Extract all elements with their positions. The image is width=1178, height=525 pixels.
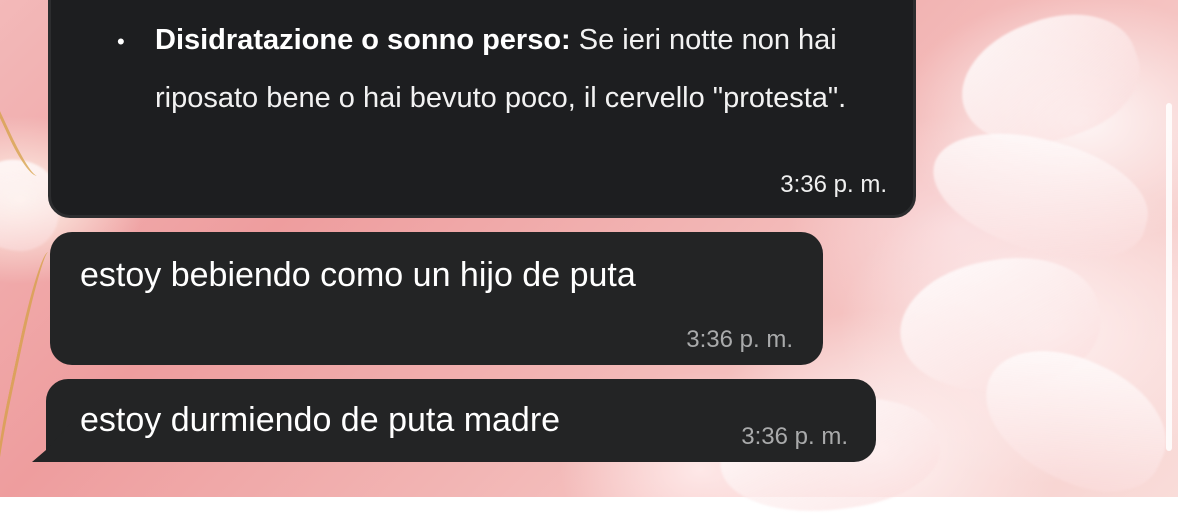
- message-timestamp: 3:36 p. m.: [780, 171, 887, 198]
- message-bubble[interactable]: • Disidratazione o sonno perso: Se ieri …: [48, 0, 916, 218]
- bold-prefix: Disidratazione o sonno perso:: [155, 24, 571, 56]
- scrollbar[interactable]: [1166, 103, 1172, 451]
- bubble-tail: [32, 422, 72, 462]
- message-text: estoy bebiendo como un hijo de puta: [80, 256, 636, 294]
- message-timestamp: 3:36 p. m.: [741, 423, 848, 450]
- message-bubble[interactable]: estoy durmiendo de puta madre 3:36 p. m.: [32, 379, 876, 462]
- message-bubble[interactable]: estoy bebiendo como un hijo de puta 3:36…: [50, 232, 823, 365]
- bullet-point: •: [117, 29, 125, 54]
- chat-messages: • Disidratazione o sonno perso: Se ieri …: [0, 0, 1178, 497]
- message-text: Disidratazione o sonno perso: Se ieri no…: [155, 11, 855, 127]
- message-text: estoy durmiendo de puta madre: [80, 401, 561, 439]
- message-timestamp: 3:36 p. m.: [686, 326, 793, 353]
